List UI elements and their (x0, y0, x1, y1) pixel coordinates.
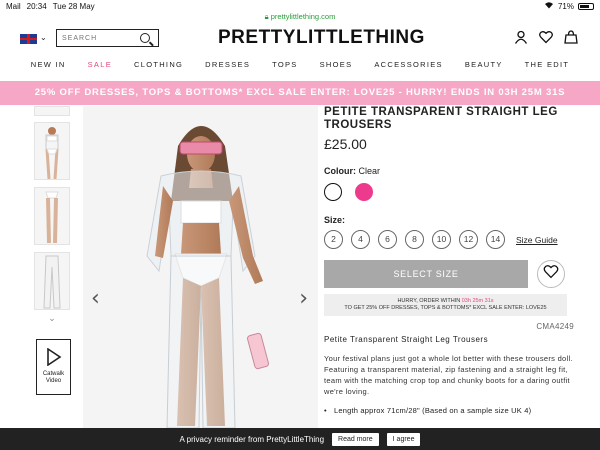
lock-icon: 🔒︎ (264, 12, 269, 21)
uk-flag-icon[interactable] (20, 34, 37, 44)
colour-value: Clear (358, 166, 381, 176)
status-carrier: Mail (6, 1, 21, 11)
status-bar: Mail 20:34 Tue 28 May 71% (0, 0, 600, 12)
hurry-countdown-box: HURRY, ORDER WITHIN 03h 25m 31s TO GET 2… (324, 294, 567, 316)
site-logo[interactable]: PRETTYLITTLETHING (218, 27, 425, 49)
nav-beauty[interactable]: BEAUTY (465, 60, 503, 76)
nav-new-in[interactable]: NEW IN (31, 60, 66, 76)
product-subtitle: Petite Transparent Straight Leg Trousers (324, 335, 489, 344)
thumbnail-image[interactable] (34, 252, 70, 310)
agree-button[interactable]: I agree (386, 432, 421, 446)
battery-percent: 71% (557, 1, 574, 11)
product-title: PETITE TRANSPARENT STRAIGHT LEG TROUSERS (324, 106, 558, 131)
size-option-10[interactable]: 10 (432, 230, 451, 249)
size-option-2[interactable]: 2 (324, 230, 343, 249)
product-code: CMA4249 (536, 322, 574, 331)
size-option-12[interactable]: 12 (459, 230, 478, 249)
search-box (56, 29, 159, 47)
next-image-arrow-icon[interactable]: › (299, 286, 308, 311)
privacy-text: A privacy reminder from PrettyLittleThin… (179, 434, 325, 444)
colour-label: Colour: Clear (324, 166, 574, 176)
size-label: Size: (324, 215, 346, 225)
size-guide-link[interactable]: Size Guide (516, 235, 558, 245)
nav-tops[interactable]: TOPS (272, 60, 297, 76)
thumbnail-image[interactable] (34, 106, 70, 116)
nav-accessories[interactable]: ACCESSORIES (374, 60, 442, 76)
catwalk-video-label: Catwalk Video (42, 371, 65, 384)
search-icon[interactable] (140, 33, 150, 43)
swatch-clear[interactable] (324, 183, 342, 201)
play-icon (46, 347, 62, 367)
size-option-6[interactable]: 6 (378, 230, 397, 249)
size-options: 2 4 6 8 10 12 14 Size Guide (324, 230, 574, 249)
read-more-button[interactable]: Read more (332, 432, 379, 446)
thumbnail-strip: ⌄ (34, 106, 70, 324)
thumbnail-image[interactable] (34, 122, 70, 180)
nav-shoes[interactable]: SHOES (320, 60, 353, 76)
select-size-button[interactable]: SELECT SIZE (324, 260, 528, 288)
wifi-icon (544, 1, 554, 11)
nav-sale[interactable]: SALE (88, 60, 112, 76)
add-to-wishlist-button[interactable] (537, 260, 565, 288)
product-length-bullet: Length approx 71cm/28" (Based on a sampl… (324, 406, 574, 415)
size-option-8[interactable]: 8 (405, 230, 424, 249)
product-details: PETITE TRANSPARENT STRAIGHT LEG TROUSERS… (324, 106, 574, 415)
search-input[interactable] (57, 34, 135, 42)
privacy-banner: A privacy reminder from PrettyLittleThin… (0, 428, 600, 450)
catwalk-video-button[interactable]: Catwalk Video (36, 339, 71, 395)
thumbnail-image[interactable] (34, 187, 70, 245)
nav-the-edit[interactable]: THE EDIT (525, 60, 570, 76)
hurry-text: HURRY, ORDER WITHIN (397, 298, 461, 304)
chevron-down-icon[interactable]: ⌄ (40, 33, 47, 42)
prev-image-arrow-icon[interactable]: ‹ (91, 286, 100, 311)
status-time: 20:34 (26, 1, 47, 11)
battery-icon (578, 2, 594, 10)
product-main-image[interactable]: ‹ › (83, 106, 318, 428)
nav-clothing[interactable]: CLOTHING (134, 60, 183, 76)
nav-dresses[interactable]: DRESSES (205, 60, 250, 76)
hurry-timer: 03h 25m 31s (461, 298, 494, 304)
product-price: £25.00 (324, 136, 367, 152)
main-nav: NEW IN SALE CLOTHING DRESSES TOPS SHOES … (0, 60, 600, 76)
size-option-14[interactable]: 14 (486, 230, 505, 249)
colour-label-text: Colour: (324, 166, 356, 176)
status-date: Tue 28 May (52, 1, 95, 11)
chevron-down-icon[interactable]: ⌄ (34, 313, 70, 324)
hurry-offer-text: TO GET 25% OFF DRESSES, TOPS & BOTTOMS* … (344, 305, 547, 311)
swatch-pink[interactable] (355, 183, 373, 201)
shopping-bag-icon[interactable] (564, 30, 578, 44)
size-option-4[interactable]: 4 (351, 230, 370, 249)
colour-swatches (324, 183, 574, 201)
product-description: Your festival plans just got a whole lot… (324, 354, 573, 396)
wishlist-heart-icon[interactable] (539, 30, 553, 44)
site-header: ⌄ PRETTYLITTLETHING (0, 24, 600, 54)
heart-icon (543, 264, 559, 284)
url-text: prettylittlething.com (270, 12, 336, 21)
account-icon[interactable] (514, 30, 528, 44)
url-bar[interactable]: 🔒︎ prettylittlething.com (0, 12, 600, 22)
promo-banner[interactable]: 25% OFF DRESSES, TOPS & BOTTOMS* EXCL SA… (0, 81, 600, 105)
